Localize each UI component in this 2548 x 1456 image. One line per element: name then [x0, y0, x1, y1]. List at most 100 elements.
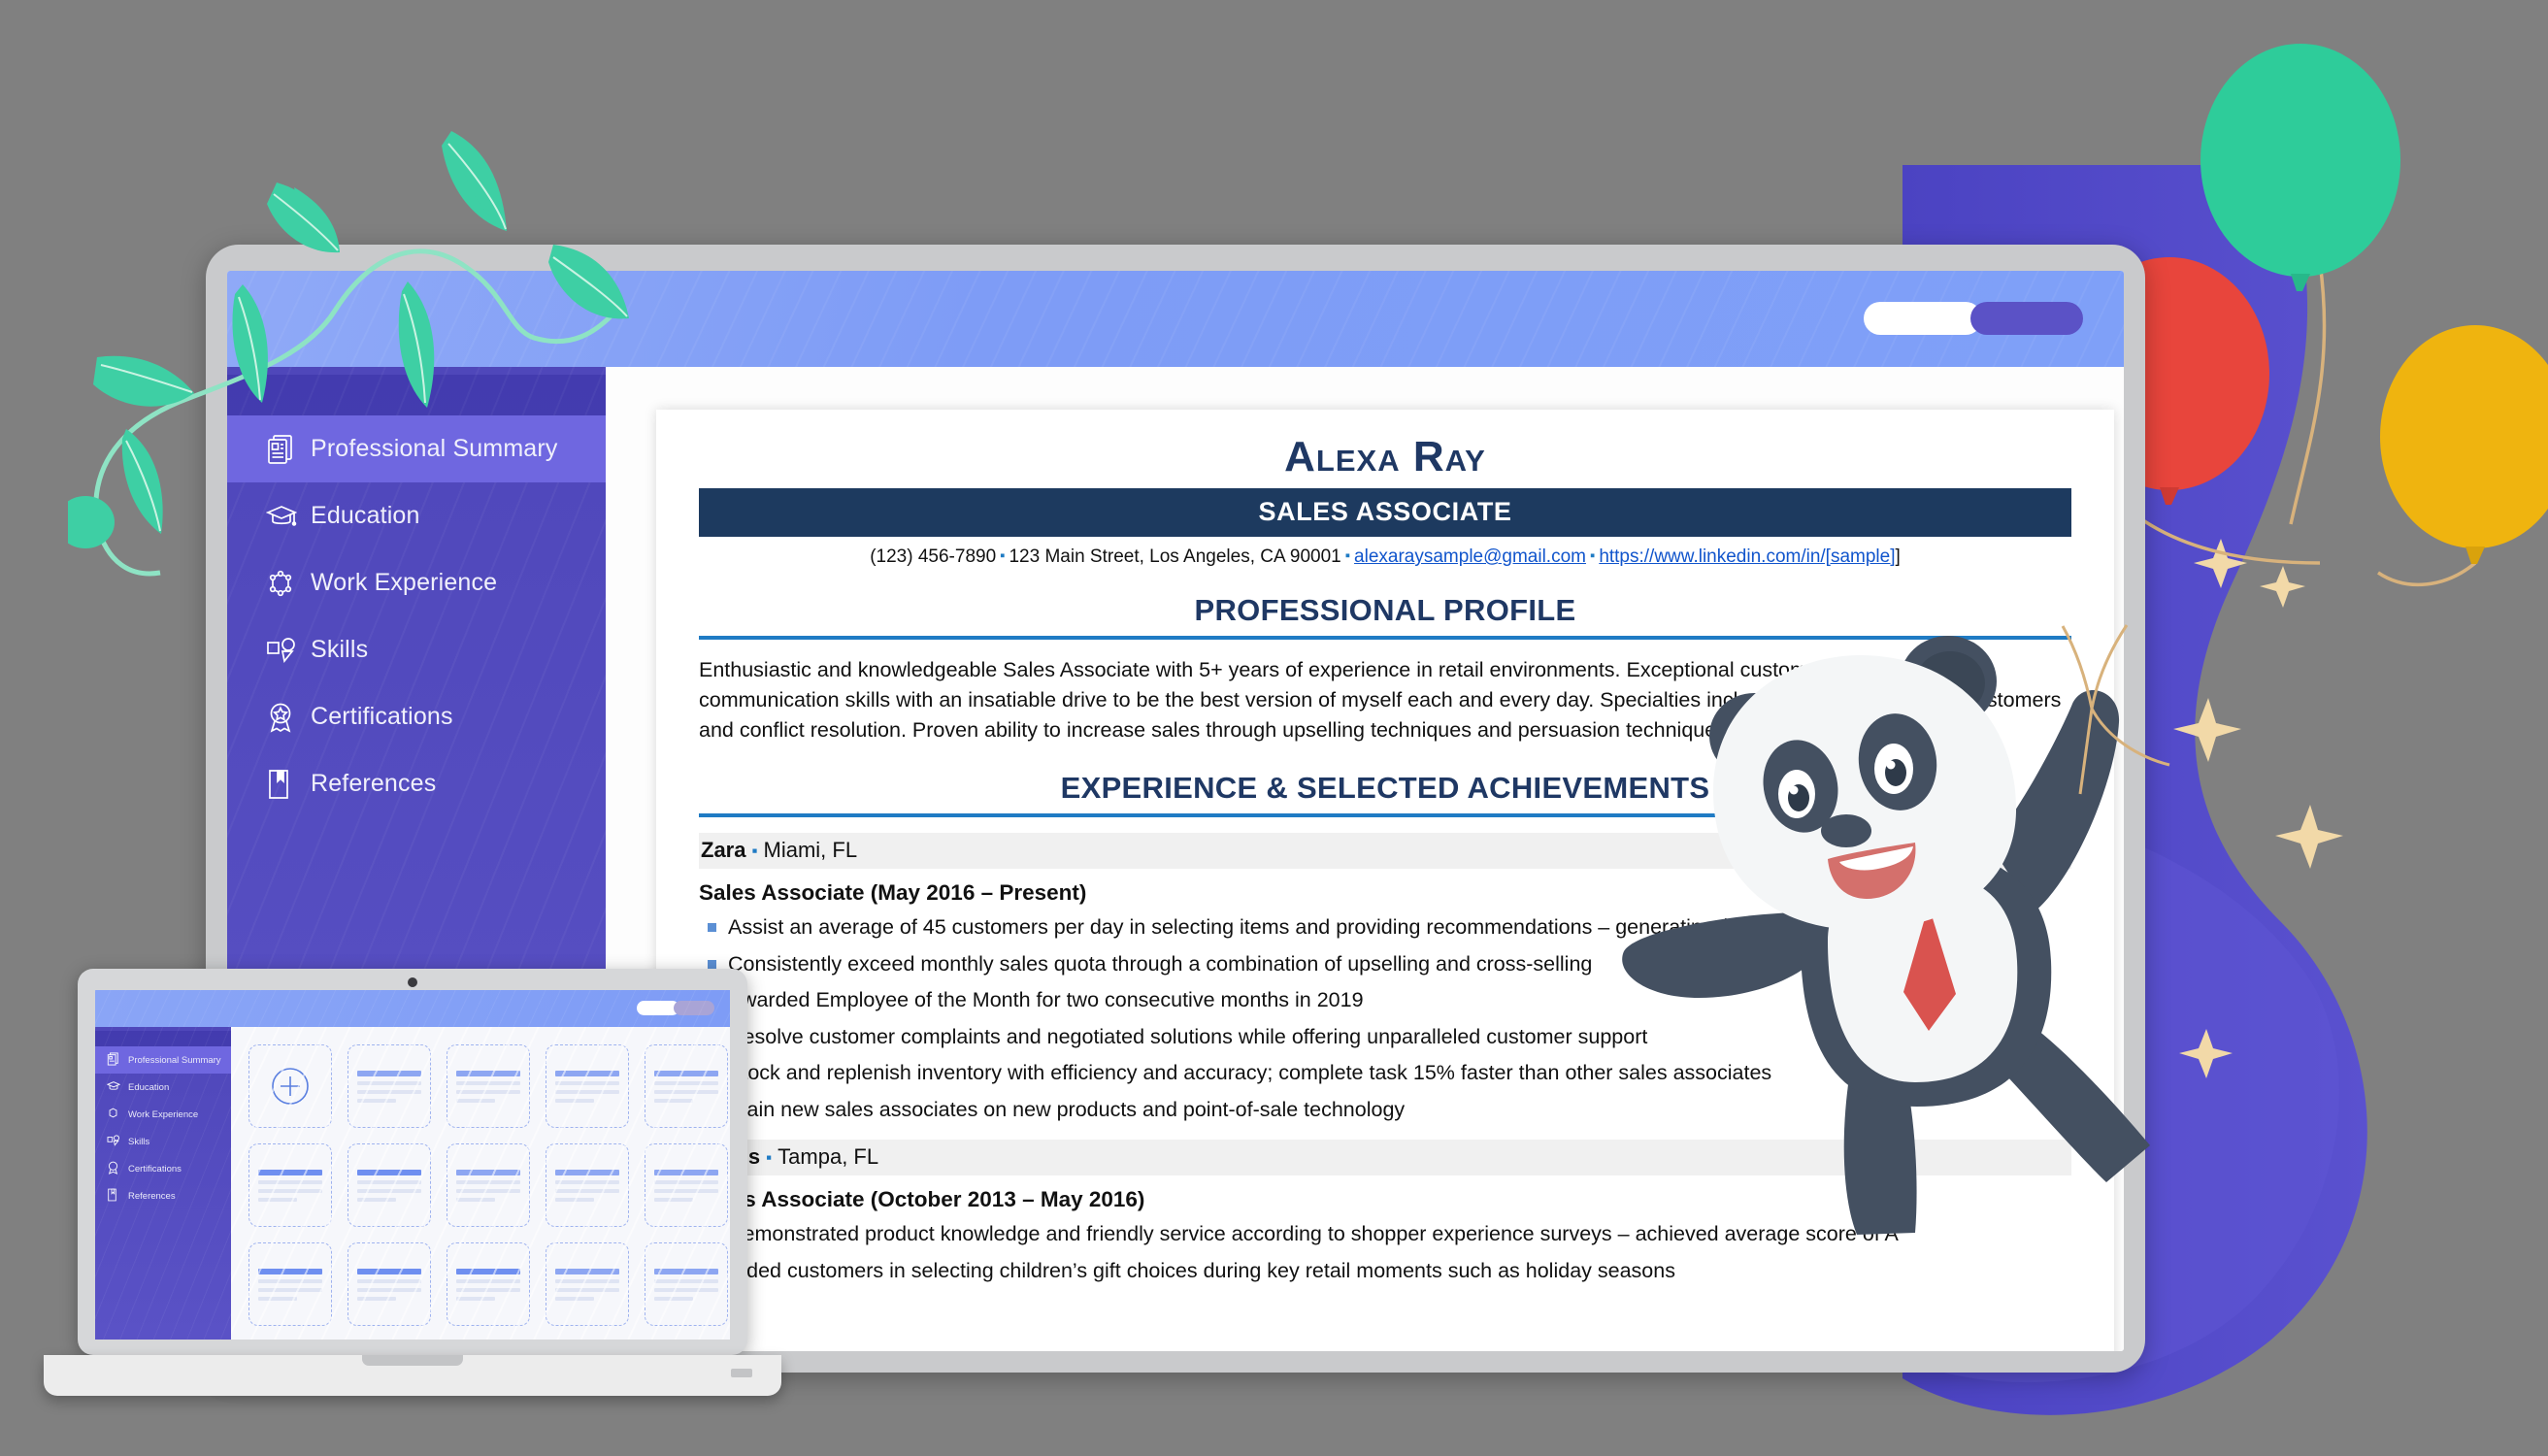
- preview-laptop-device: Professional Summary Education Work Expe…: [44, 969, 781, 1396]
- contact-linkedin-link[interactable]: https://www.linkedin.com/in/[sample]: [1599, 546, 1895, 567]
- app-header-bar: [227, 271, 2124, 367]
- preview-pill-primary[interactable]: [674, 1001, 714, 1015]
- job-bullet-list: Demonstrated product knowledge and frien…: [699, 1219, 2071, 1285]
- leaf-bud: [56, 496, 115, 548]
- leaf: [442, 131, 507, 231]
- yellow-balloon: [2380, 325, 2548, 564]
- plus-circle-icon: [272, 1068, 309, 1105]
- sidebar-item-education[interactable]: Education: [227, 482, 606, 549]
- award-ribbon-icon: [266, 702, 311, 733]
- bullet-separator-icon: ▪: [1000, 547, 1006, 565]
- skills-tag-icon: [266, 637, 311, 664]
- preview-pill-secondary[interactable]: [637, 1001, 679, 1015]
- preview-sidebar-item-references[interactable]: References: [95, 1182, 231, 1209]
- preview-sidebar-label: Work Experience: [128, 1109, 199, 1120]
- sidebar-item-label: Education: [311, 502, 420, 529]
- template-card[interactable]: [347, 1143, 431, 1227]
- job-bullet: Consistently exceed monthly sales quota …: [699, 949, 2071, 979]
- sidebar-item-certifications[interactable]: Certifications: [227, 683, 606, 750]
- header-pill-secondary[interactable]: [1864, 302, 1982, 335]
- section-heading-experience: EXPERIENCE & SELECTED ACHIEVEMENTS: [1060, 771, 1710, 806]
- job-location: Miami, FL: [763, 838, 858, 863]
- document-lines-icon: [107, 1051, 128, 1069]
- network-hexagon-icon: [266, 569, 311, 598]
- header-actions: [1864, 302, 2083, 335]
- bullet-separator-icon: ▪: [1589, 547, 1596, 565]
- template-card[interactable]: [645, 1044, 728, 1128]
- template-card[interactable]: [645, 1242, 728, 1326]
- job-bullet: Assist an average of 45 customers per da…: [699, 912, 2071, 943]
- template-card[interactable]: [347, 1044, 431, 1128]
- preview-sidebar-label: Professional Summary: [128, 1054, 221, 1066]
- job-bullet: Stock and replenish inventory with effic…: [699, 1058, 2071, 1088]
- bookmark-book-icon: [107, 1188, 128, 1205]
- add-template-card[interactable]: [248, 1044, 332, 1128]
- skills-tag-icon: [107, 1134, 128, 1149]
- preview-sidebar-item-education[interactable]: Education: [95, 1074, 231, 1101]
- preview-laptop-base: [44, 1355, 781, 1396]
- award-ribbon-icon: [107, 1161, 128, 1177]
- preview-sidebar-label: Skills: [128, 1136, 150, 1147]
- contact-address: 123 Main Street, Los Angeles, CA 90001: [1009, 546, 1341, 568]
- job-company-bar: Kohls▪Tampa, FL: [699, 1140, 2071, 1176]
- teal-balloon: [2201, 44, 2400, 291]
- sidebar-item-label: Certifications: [311, 703, 453, 730]
- preview-sidebar-item-professional-summary[interactable]: Professional Summary: [95, 1046, 231, 1074]
- job-company: Zara: [701, 838, 746, 863]
- resume-job-title: SALES ASSOCIATE: [699, 488, 2071, 538]
- graduation-cap-icon: [106, 1080, 128, 1095]
- job-bullet: Resolve customer complaints and negotiat…: [699, 1022, 2071, 1052]
- sidebar-item-professional-summary[interactable]: Professional Summary: [227, 415, 606, 482]
- template-card[interactable]: [645, 1143, 728, 1227]
- sidebar-item-skills[interactable]: Skills: [227, 616, 606, 683]
- job-bullet: Aided customers in selecting children’s …: [699, 1256, 2071, 1286]
- job-role: Sales Associate (October 2013 – May 2016…: [699, 1187, 1145, 1212]
- template-card[interactable]: [248, 1143, 332, 1227]
- section-rule: [699, 813, 2071, 818]
- sidebar-item-label: References: [311, 770, 437, 797]
- leaf: [294, 187, 340, 252]
- template-card[interactable]: [546, 1242, 629, 1326]
- linkedin-suffix: ]: [1895, 546, 1901, 568]
- resume-name: Alexa Ray: [1284, 433, 1486, 480]
- job-bullet: Demonstrated product knowledge and frien…: [699, 1219, 2071, 1249]
- preview-sidebar-label: References: [128, 1190, 176, 1202]
- graduation-cap-icon: [266, 504, 311, 529]
- bookmark-book-icon: [266, 769, 311, 800]
- job-role: Sales Associate (May 2016 – Present): [699, 880, 1087, 906]
- network-hexagon-icon: [107, 1107, 128, 1122]
- header-pill-primary[interactable]: [1970, 302, 2083, 335]
- template-card[interactable]: [447, 1143, 530, 1227]
- star-decorations: [2173, 539, 2343, 1078]
- template-card[interactable]: [248, 1242, 332, 1326]
- leaf: [267, 182, 340, 253]
- contact-phone: (123) 456-7890: [870, 546, 997, 568]
- job-company-bar: Zara ▪ Miami, FL: [699, 833, 2071, 870]
- resume-document[interactable]: Alexa Ray SALES ASSOCIATE (123) 456-7890…: [656, 410, 2114, 1351]
- document-canvas: Alexa Ray SALES ASSOCIATE (123) 456-7890…: [606, 367, 2124, 1351]
- preview-header-bar: [95, 990, 730, 1027]
- template-card[interactable]: [447, 1044, 530, 1128]
- sidebar-item-label: Professional Summary: [311, 435, 558, 462]
- preview-sidebar-item-skills[interactable]: Skills: [95, 1128, 231, 1155]
- bullet-separator-icon: ▪: [751, 842, 758, 861]
- section-rule: [699, 636, 2071, 641]
- contact-email-link[interactable]: alexaraysample@gmail.com: [1354, 546, 1586, 567]
- preview-screen: Professional Summary Education Work Expe…: [95, 990, 730, 1340]
- template-card[interactable]: [546, 1143, 629, 1227]
- preview-sidebar-item-certifications[interactable]: Certifications: [95, 1155, 231, 1182]
- leaf: [458, 144, 507, 231]
- leaf: [121, 429, 163, 534]
- preview-sidebar-label: Education: [128, 1081, 170, 1093]
- leaf: [93, 355, 194, 407]
- sidebar-item-label: Skills: [311, 636, 369, 663]
- sidebar-item-work-experience[interactable]: Work Experience: [227, 549, 606, 616]
- sidebar-item-label: Work Experience: [311, 569, 498, 596]
- template-card[interactable]: [447, 1242, 530, 1326]
- job-location: Tampa, FL: [778, 1144, 879, 1170]
- sidebar-item-references[interactable]: References: [227, 750, 606, 817]
- section-heading-profile: PROFESSIONAL PROFILE: [1194, 593, 1576, 628]
- template-card[interactable]: [347, 1242, 431, 1326]
- preview-sidebar-item-work-experience[interactable]: Work Experience: [95, 1101, 231, 1128]
- template-card[interactable]: [546, 1044, 629, 1128]
